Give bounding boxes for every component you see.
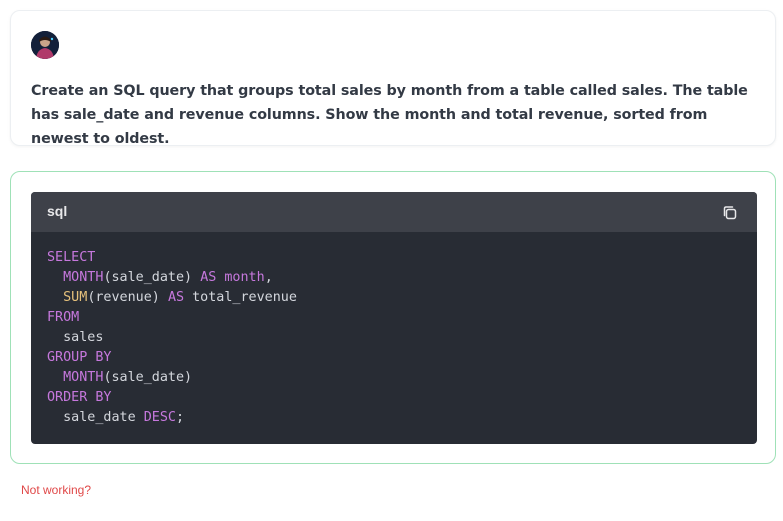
code-token: ORDER BY [47,390,112,405]
code-line: sale_date DESC; [47,408,757,428]
code-token: (sale_date) [103,370,193,385]
copy-button[interactable] [721,204,739,222]
code-token: AS [167,290,185,305]
answer-card: sql SELECT MONTH(sale_date) AS month, SU… [10,171,776,464]
code-token: (sale_date) [103,270,201,285]
code-token: GROUP BY [47,350,112,365]
code-line: ORDER BY [47,388,757,408]
code-header: sql [31,192,757,232]
code-line: GROUP BY [47,348,757,368]
code-token: AS [200,270,217,285]
code-token: sale_date [47,410,144,425]
code-token: ; [176,410,185,425]
code-content[interactable]: SELECT MONTH(sale_date) AS month, SUM(re… [31,232,757,428]
code-token: SUM [63,290,88,305]
question-text: Create an SQL query that groups total sa… [31,83,748,147]
code-line: MONTH(sale_date) AS month, [47,268,757,288]
code-token: , [264,270,273,285]
code-token: (revenue) [87,290,168,305]
code-language-label: sql [47,203,68,219]
avatar [31,31,59,59]
copy-icon [723,206,737,220]
code-token: month [224,270,265,285]
not-working-link[interactable]: Not working? [21,483,91,497]
code-line: SELECT [47,248,757,268]
code-token: sales [47,330,104,345]
code-token: MONTH [63,270,104,285]
code-token: MONTH [63,370,104,385]
code-line: MONTH(sale_date) [47,368,757,388]
code-block: sql SELECT MONTH(sale_date) AS month, SU… [31,192,757,444]
code-line: FROM [47,308,757,328]
code-line: sales [47,328,757,348]
code-line: SUM(revenue) AS total_revenue [47,288,757,308]
code-token: DESC [143,410,176,425]
code-token: total_revenue [184,290,297,305]
code-token: FROM [47,310,80,325]
question-card: Create an SQL query that groups total sa… [10,10,776,147]
code-token: SELECT [47,250,96,265]
